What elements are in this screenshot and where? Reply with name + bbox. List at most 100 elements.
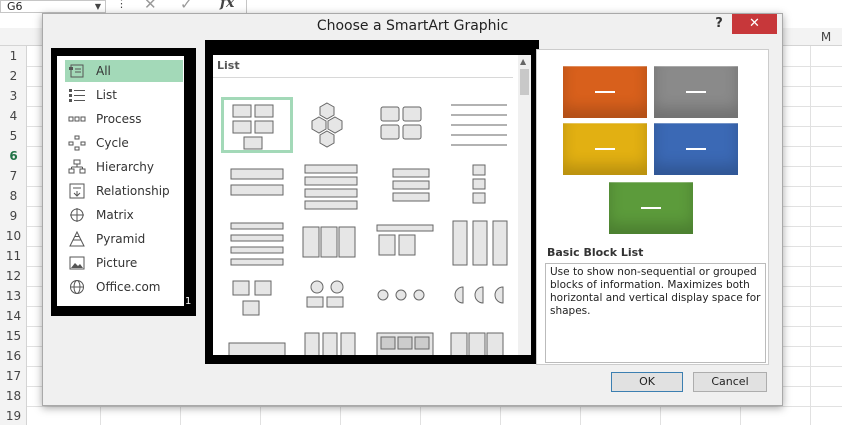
help-button[interactable]: ? (713, 16, 725, 31)
row-header[interactable]: 13 (0, 289, 27, 303)
layout-column-list[interactable] (295, 327, 367, 355)
category-matrix[interactable]: Matrix (65, 204, 183, 226)
row-header[interactable]: 14 (0, 309, 27, 323)
category-relationship[interactable]: Relationship (65, 180, 183, 202)
cancel-entry-icon[interactable]: ✕ (144, 0, 157, 13)
layout-thumbnail-icon (451, 104, 507, 146)
row-header[interactable]: 16 (0, 349, 27, 363)
ok-button[interactable]: OK (611, 372, 683, 392)
layout-thumbnail-icon (392, 168, 430, 202)
hierarchy-icon (68, 159, 86, 175)
row-header[interactable]: 1 (0, 49, 27, 63)
insert-function-icon[interactable]: fx (220, 0, 234, 11)
layout-thumbnail-icon (228, 342, 286, 355)
layout-grouped-list[interactable] (295, 215, 367, 271)
close-button[interactable]: ✕ (732, 14, 777, 34)
cancel-button[interactable]: Cancel (693, 372, 767, 392)
category-process[interactable]: Process (65, 108, 183, 130)
layout-circle-picture-list[interactable] (221, 271, 293, 327)
row-header[interactable]: 15 (0, 329, 27, 343)
layout-thumbnail-icon (304, 164, 358, 210)
row-header[interactable]: 8 (0, 189, 27, 203)
layout-thumbnail-icon (376, 332, 434, 355)
layout-lined-list[interactable] (443, 97, 515, 153)
layout-thumbnail-icon (380, 106, 422, 140)
row-header[interactable]: 19 (0, 409, 27, 423)
preview-block-gold (563, 123, 647, 175)
layout-table-list[interactable] (221, 215, 293, 271)
layout-tile-list[interactable] (369, 327, 441, 355)
layout-stacked-list[interactable] (443, 159, 515, 215)
row-header[interactable]: 18 (0, 389, 27, 403)
cycle-icon (68, 135, 86, 151)
layout-thumbnail-icon (232, 280, 272, 316)
category-label: Matrix (96, 208, 134, 222)
category-list: All List Process Cycle Hierarchy Relationship… (57, 56, 184, 306)
preview-block-blue (654, 123, 738, 175)
annotation-label-1: 1 (185, 296, 192, 307)
row-header[interactable]: 5 (0, 129, 27, 143)
category-label: All (96, 64, 111, 78)
layout-picture-columns[interactable] (443, 327, 515, 355)
layout-vertical-bullet-list[interactable] (221, 159, 293, 215)
layout-circle-grid[interactable] (295, 271, 367, 327)
category-cycle[interactable]: Cycle (65, 132, 183, 154)
row-headers: 1 2 3 4 5 6 7 8 9 10 11 12 13 14 15 16 17 18 19 (0, 46, 27, 425)
pyramid-icon (68, 231, 86, 247)
layout-cycle-shapes[interactable] (443, 271, 515, 327)
layout-hierarchy-list[interactable] (369, 215, 441, 271)
chevron-down-icon[interactable]: ▼ (95, 1, 101, 12)
category-label: Hierarchy (96, 160, 155, 174)
row-header[interactable]: 4 (0, 109, 27, 123)
layout-arrow-process-list[interactable] (369, 271, 441, 327)
confirm-entry-icon[interactable]: ✓ (180, 0, 193, 13)
category-office-com[interactable]: Office.com (65, 276, 183, 298)
category-label: Pyramid (96, 232, 146, 246)
scrollbar-thumb[interactable] (520, 69, 529, 95)
row-header[interactable]: 6 (0, 149, 27, 163)
divider (213, 77, 513, 78)
column-header-m[interactable]: M (810, 30, 842, 44)
scroll-up-icon[interactable]: ▲ (520, 57, 526, 66)
gallery-scrollbar[interactable]: ▲ (518, 55, 531, 355)
row-header[interactable]: 10 (0, 229, 27, 243)
row-header[interactable]: 2 (0, 69, 27, 83)
category-all[interactable]: All (65, 60, 183, 82)
preview-block-green (609, 182, 693, 234)
category-label: List (96, 88, 117, 102)
row-header[interactable]: 17 (0, 369, 27, 383)
formula-bar: ⋮ ✕ ✓ fx (108, 0, 842, 13)
layout-hexagon-cluster[interactable] (295, 97, 367, 153)
preview-panel: Basic Block List Use to show non-sequent… (536, 49, 769, 365)
category-pyramid[interactable]: Pyramid (65, 228, 183, 250)
layout-gallery: List ▲ (213, 55, 531, 355)
category-list[interactable]: List (65, 84, 183, 106)
layout-picture-stack[interactable] (443, 215, 515, 271)
layout-basic-block-list[interactable] (221, 97, 293, 153)
layout-thumbnail-icon (452, 220, 508, 266)
matrix-icon (68, 207, 86, 223)
preview-description: Use to show non-sequential or grouped bl… (545, 263, 766, 363)
excel-window: G6 ▼ ⋮ ✕ ✓ fx M 1 2 3 4 5 6 7 8 9 10 11 12 13 14 15 16 1… (0, 0, 842, 425)
category-picture[interactable]: Picture (65, 252, 183, 274)
divider (246, 0, 247, 13)
row-header[interactable]: 12 (0, 269, 27, 283)
preview-title: Basic Block List (547, 246, 644, 259)
row-header[interactable]: 3 (0, 89, 27, 103)
more-icon[interactable]: ⋮ (116, 0, 127, 10)
category-label: Picture (96, 256, 138, 270)
layout-arrow-flow[interactable] (221, 327, 293, 355)
layout-thumbnail-icon (306, 280, 344, 308)
row-header[interactable]: 11 (0, 249, 27, 263)
gridline (810, 46, 811, 425)
layout-thumbnail-icon (472, 164, 486, 204)
layout-vertical-box-list[interactable] (295, 159, 367, 215)
name-box[interactable]: G6 ▼ (0, 0, 106, 13)
layout-stacked-blocks[interactable] (369, 97, 441, 153)
category-hierarchy[interactable]: Hierarchy (65, 156, 183, 178)
layout-horizontal-bullet-list[interactable] (369, 159, 441, 215)
globe-icon (68, 279, 86, 295)
row-header[interactable]: 9 (0, 209, 27, 223)
relationship-icon (68, 183, 86, 199)
row-header[interactable]: 7 (0, 169, 27, 183)
